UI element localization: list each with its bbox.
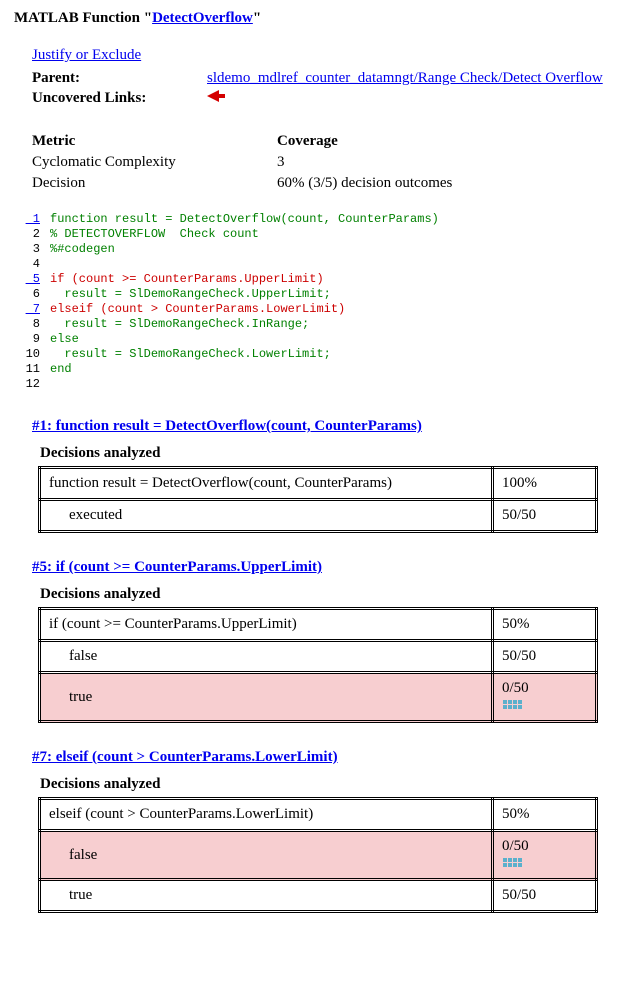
code-line-number[interactable]: 1 [14, 212, 50, 227]
title-suffix: " [253, 10, 261, 26]
decision-expr: if (count >= CounterParams.UpperLimit) [40, 609, 493, 641]
code-line-number: 6 [14, 287, 50, 302]
title-link[interactable]: DetectOverflow [152, 10, 253, 26]
parent-label: Parent: [32, 70, 207, 87]
code-line-text: function result = DetectOverflow(count, … [50, 212, 439, 227]
code-line-text: %#codegen [50, 242, 115, 257]
code-line-number: 10 [14, 347, 50, 362]
code-line-text: else [50, 332, 79, 347]
outcome-value: 50/50 [493, 500, 597, 532]
decisions-table-7: elseif (count > CounterParams.LowerLimit… [38, 797, 598, 913]
table-row: Decision 60% (3/5) decision outcomes [32, 173, 482, 194]
code-line-number: 4 [14, 257, 50, 272]
outcome-label: executed [40, 500, 493, 532]
parent-link[interactable]: sldemo_mdlref_counter_datamngt/Range Che… [207, 70, 603, 86]
metric-name: Decision [32, 173, 277, 194]
table-row: false 50/50 [40, 641, 597, 673]
code-line-number: 9 [14, 332, 50, 347]
code-line-number[interactable]: 5 [14, 272, 50, 287]
tests-icon[interactable] [502, 700, 522, 710]
outcome-value: 50/50 [493, 880, 597, 912]
title-prefix: MATLAB Function " [14, 10, 152, 26]
decision-expr: function result = DetectOverflow(count, … [40, 468, 493, 500]
uncovered-label: Uncovered Links: [32, 90, 207, 107]
code-line-text: if (count >= CounterParams.UpperLimit) [50, 272, 324, 287]
metric-value: 3 [277, 152, 482, 173]
table-row: true 50/50 [40, 880, 597, 912]
justify-link[interactable]: Justify or Exclude [32, 47, 141, 63]
page-title: MATLAB Function "DetectOverflow" [14, 10, 620, 27]
decisions-header: Decisions analyzed [40, 445, 620, 462]
outcome-value: 50/50 [493, 641, 597, 673]
detail-link-5[interactable]: #5: if (count >= CounterParams.UpperLimi… [32, 559, 620, 576]
table-row: Cyclomatic Complexity 3 [32, 152, 482, 173]
outcome-value: 0/50 [493, 831, 597, 880]
table-row: true 0/50 [40, 673, 597, 722]
code-line-number: 8 [14, 317, 50, 332]
decision-pct: 50% [493, 609, 597, 641]
code-line-number: 2 [14, 227, 50, 242]
outcome-label: false [40, 831, 493, 880]
code-line-text: result = SlDemoRangeCheck.InRange; [50, 317, 309, 332]
code-line-text: result = SlDemoRangeCheck.UpperLimit; [50, 287, 331, 302]
code-line-number[interactable]: 7 [14, 302, 50, 317]
outcome-label: false [40, 641, 493, 673]
table-row: executed 50/50 [40, 500, 597, 532]
metrics-head-coverage: Coverage [277, 131, 482, 152]
metric-name: Cyclomatic Complexity [32, 152, 277, 173]
code-line-number: 11 [14, 362, 50, 377]
code-listing: 1function result = DetectOverflow(count,… [14, 212, 620, 392]
code-line-text: result = SlDemoRangeCheck.LowerLimit; [50, 347, 331, 362]
decisions-table-1: function result = DetectOverflow(count, … [38, 466, 598, 533]
decision-expr: elseif (count > CounterParams.LowerLimit… [40, 799, 493, 831]
decisions-table-5: if (count >= CounterParams.UpperLimit) 5… [38, 607, 598, 723]
metric-value: 60% (3/5) decision outcomes [277, 173, 482, 194]
outcome-label: true [40, 880, 493, 912]
code-line-number: 3 [14, 242, 50, 257]
arrow-left-icon[interactable] [207, 90, 219, 102]
outcome-value: 0/50 [493, 673, 597, 722]
outcome-label: true [40, 673, 493, 722]
code-line-text: % DETECTOVERFLOW Check count [50, 227, 259, 242]
decisions-header: Decisions analyzed [40, 586, 620, 603]
code-line-number: 12 [14, 377, 50, 392]
decisions-header: Decisions analyzed [40, 776, 620, 793]
metrics-head-metric: Metric [32, 131, 277, 152]
code-line-text: elseif (count > CounterParams.LowerLimit… [50, 302, 345, 317]
code-line-text: end [50, 362, 72, 377]
table-row: false 0/50 [40, 831, 597, 880]
tests-icon[interactable] [502, 858, 522, 868]
detail-link-1[interactable]: #1: function result = DetectOverflow(cou… [32, 418, 620, 435]
detail-link-7[interactable]: #7: elseif (count > CounterParams.LowerL… [32, 749, 620, 766]
decision-pct: 50% [493, 799, 597, 831]
metrics-table: Metric Coverage Cyclomatic Complexity 3 … [32, 131, 620, 194]
decision-pct: 100% [493, 468, 597, 500]
